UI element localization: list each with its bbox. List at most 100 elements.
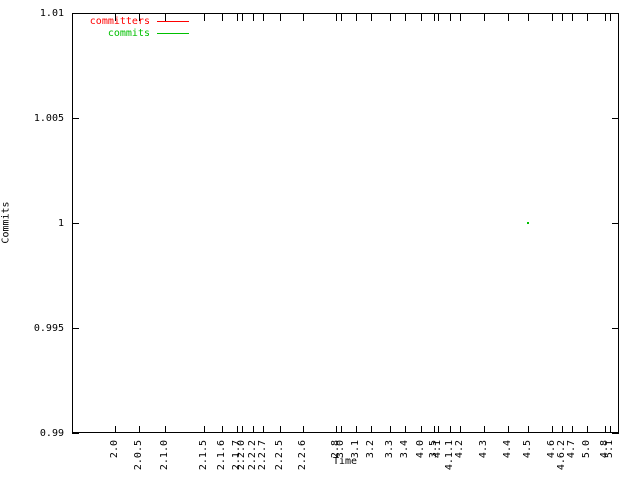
x-tick-mark [528, 426, 529, 433]
x-tick-mark [405, 426, 406, 433]
x-tick-mark [390, 426, 391, 433]
x-tick-mark [587, 426, 588, 433]
x-tick-mark [528, 14, 529, 21]
legend-label-committers: committers [89, 16, 150, 27]
x-tick-label: 3.3 [384, 440, 395, 459]
x-tick-mark [460, 14, 461, 21]
x-tick-mark [371, 14, 372, 21]
x-tick-mark [610, 14, 611, 21]
x-tick-mark [587, 14, 588, 21]
x-tick-mark [280, 426, 281, 433]
x-tick-mark [450, 426, 451, 433]
x-tick-mark [484, 14, 485, 21]
x-tick-label: 2.1.6 [216, 440, 227, 471]
x-tick-mark [303, 426, 304, 433]
y-tick-mark [72, 13, 79, 14]
x-tick-mark [204, 426, 205, 433]
x-tick-label: 3.1 [350, 440, 361, 459]
x-tick-mark [237, 426, 238, 433]
x-tick-mark [165, 14, 166, 21]
x-tick-label: 3.2 [365, 440, 376, 459]
y-tick-label: 0.99 [39, 428, 64, 439]
x-tick-mark [438, 14, 439, 21]
y-tick-mark [612, 13, 619, 14]
x-tick-label: 4.4 [502, 440, 513, 459]
x-tick-mark [605, 14, 606, 21]
x-tick-mark [610, 426, 611, 433]
y-tick-label: 1.005 [33, 113, 64, 124]
x-tick-label: 2.0 [109, 440, 120, 459]
legend-line-committers [157, 21, 189, 22]
x-tick-mark [356, 14, 357, 21]
x-tick-mark [115, 426, 116, 433]
legend-item-committers: committers [60, 16, 150, 28]
x-tick-label: 3.0 [335, 440, 346, 459]
x-tick-label: 4.5 [522, 440, 533, 459]
y-tick-mark [612, 223, 619, 224]
y-tick-mark [612, 433, 619, 434]
x-tick-mark [204, 14, 205, 21]
x-tick-mark [165, 426, 166, 433]
x-tick-mark [572, 14, 573, 21]
x-tick-mark [552, 14, 553, 21]
x-tick-mark [356, 426, 357, 433]
x-tick-mark [508, 426, 509, 433]
x-tick-label: 4.0 [415, 440, 426, 459]
x-tick-label: 4.3 [478, 440, 489, 459]
legend-item-commits: commits [60, 28, 150, 40]
x-tick-mark [115, 14, 116, 21]
x-tick-mark [562, 426, 563, 433]
y-tick-mark [72, 328, 79, 329]
x-tick-mark [242, 426, 243, 433]
x-tick-label: 2.2.5 [274, 440, 285, 471]
x-tick-label: 4.7 [566, 440, 577, 459]
x-tick-mark [280, 14, 281, 21]
x-tick-label: 2.2.6 [297, 440, 308, 471]
x-tick-mark [237, 14, 238, 21]
x-tick-mark [242, 14, 243, 21]
data-point-commits [527, 222, 529, 224]
x-tick-mark [222, 426, 223, 433]
x-tick-label: 4.2 [454, 440, 465, 459]
x-tick-mark [562, 14, 563, 21]
x-tick-mark [572, 426, 573, 433]
x-tick-label: 2.1.0 [159, 440, 170, 471]
x-tick-mark [341, 426, 342, 433]
x-tick-mark [438, 426, 439, 433]
x-tick-label: 2.2.7 [257, 440, 268, 471]
x-tick-mark [450, 14, 451, 21]
y-tick-mark [612, 118, 619, 119]
x-tick-label: 2.1.5 [198, 440, 209, 471]
x-tick-mark [434, 14, 435, 21]
x-tick-mark [222, 14, 223, 21]
x-tick-mark [263, 426, 264, 433]
plot-area [72, 13, 619, 433]
x-tick-mark [253, 426, 254, 433]
x-tick-mark [434, 426, 435, 433]
y-tick-label: 0.995 [33, 323, 64, 334]
x-tick-mark [336, 426, 337, 433]
x-tick-label: 5.1 [604, 440, 615, 459]
x-tick-mark [139, 14, 140, 21]
x-tick-mark [421, 14, 422, 21]
x-tick-mark [508, 14, 509, 21]
x-tick-mark [405, 14, 406, 21]
x-tick-mark [303, 14, 304, 21]
commits-time-chart: Commits Time committers commits 0.99 0.99… [0, 0, 640, 480]
x-tick-mark [139, 426, 140, 433]
x-tick-mark [421, 426, 422, 433]
x-tick-label: 3.4 [399, 440, 410, 459]
y-tick-mark [72, 223, 79, 224]
x-tick-mark [253, 14, 254, 21]
x-tick-label: 5.0 [581, 440, 592, 459]
y-tick-label: 1.01 [39, 8, 64, 19]
y-tick-mark [72, 118, 79, 119]
y-tick-mark [612, 328, 619, 329]
x-tick-label: 2.0.5 [133, 440, 144, 471]
x-tick-label: 2.2.0 [236, 440, 247, 471]
legend-line-commits [157, 33, 189, 34]
x-tick-mark [484, 426, 485, 433]
legend-label-commits: commits [107, 28, 150, 39]
x-tick-mark [605, 426, 606, 433]
x-tick-mark [552, 426, 553, 433]
